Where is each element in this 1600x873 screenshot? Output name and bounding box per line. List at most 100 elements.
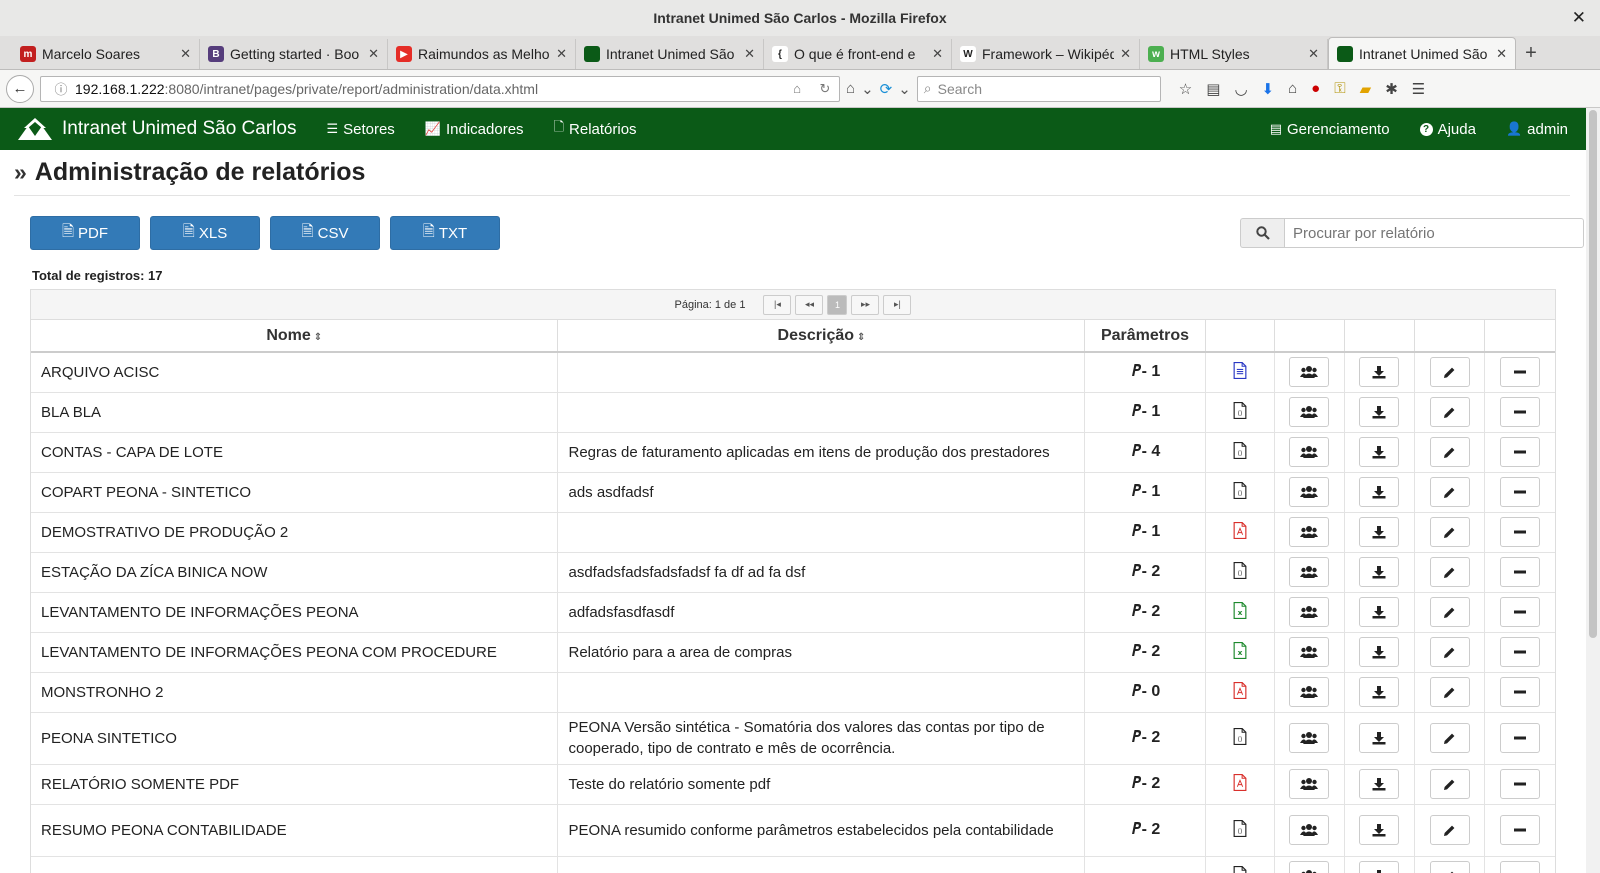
- edit-button[interactable]: [1429, 723, 1470, 753]
- remove-button[interactable]: [1500, 723, 1541, 753]
- browser-search-input[interactable]: ⌕ Search: [916, 75, 1161, 102]
- download-button[interactable]: [1359, 357, 1400, 388]
- reload-icon[interactable]: ↻: [811, 81, 839, 97]
- brand-link[interactable]: Intranet Unimed São Carlos: [16, 116, 296, 142]
- edit-button[interactable]: [1429, 769, 1470, 799]
- permissions-button[interactable]: [1289, 677, 1330, 707]
- browser-tab[interactable]: m Marcelo Soares ✕: [12, 39, 200, 69]
- edit-button[interactable]: [1429, 477, 1470, 507]
- permissions-button[interactable]: [1289, 723, 1330, 753]
- report-search-input[interactable]: [1284, 218, 1584, 248]
- export-pdf-button[interactable]: 🗎 PDF: [30, 216, 140, 250]
- next-page-button[interactable]: ▸▸: [851, 294, 880, 315]
- pocket-icon[interactable]: ◡: [1234, 80, 1247, 98]
- adblock-icon[interactable]: ●: [1311, 80, 1320, 98]
- browser-tab[interactable]: ▶ Raimundos as Melho ✕: [388, 39, 576, 69]
- page-scrollbar[interactable]: [1586, 108, 1600, 873]
- export-csv-button[interactable]: 🗎 CSV: [270, 216, 380, 250]
- addon-key-icon[interactable]: ⚿: [1334, 80, 1345, 98]
- download-button[interactable]: [1359, 477, 1400, 507]
- edit-button[interactable]: [1429, 597, 1470, 627]
- download-button[interactable]: [1359, 815, 1400, 845]
- chevron-down-icon[interactable]: ⌄: [861, 80, 874, 98]
- edit-button[interactable]: [1429, 557, 1470, 587]
- remove-button[interactable]: [1500, 815, 1541, 845]
- permissions-button[interactable]: [1289, 397, 1330, 427]
- browser-tab[interactable]: {O que é front-end e ✕: [764, 39, 952, 69]
- export-xls-button[interactable]: 🗎 XLS: [150, 216, 260, 250]
- remove-button[interactable]: [1500, 769, 1541, 799]
- tab-close-icon[interactable]: ✕: [180, 46, 191, 62]
- permissions-button[interactable]: [1289, 637, 1330, 667]
- permissions-button[interactable]: [1289, 769, 1330, 799]
- nav-setores[interactable]: ☰ Setores: [326, 118, 394, 140]
- remove-button[interactable]: [1500, 861, 1541, 873]
- tab-close-icon[interactable]: ✕: [368, 46, 379, 62]
- tab-close-icon[interactable]: ✕: [744, 46, 755, 62]
- download-button[interactable]: [1359, 397, 1400, 427]
- remove-button[interactable]: [1500, 677, 1541, 707]
- tab-close-icon[interactable]: ✕: [556, 46, 567, 62]
- browser-tab[interactable]: Intranet Unimed São ✕: [576, 39, 764, 69]
- edit-button[interactable]: [1429, 357, 1470, 388]
- edit-button[interactable]: [1429, 397, 1470, 427]
- edit-button[interactable]: [1429, 815, 1470, 845]
- remove-button[interactable]: [1500, 597, 1541, 627]
- tab-close-icon[interactable]: ✕: [1496, 46, 1507, 62]
- tab-close-icon[interactable]: ✕: [1120, 46, 1131, 62]
- column-header-name[interactable]: Nome ⇕: [31, 320, 559, 353]
- remove-button[interactable]: [1500, 357, 1541, 388]
- download-icon[interactable]: ⬇: [1262, 80, 1275, 98]
- home-bookmark-icon[interactable]: ⌂: [783, 81, 811, 96]
- new-tab-button[interactable]: +: [1516, 39, 1546, 69]
- download-button[interactable]: [1359, 517, 1400, 547]
- permissions-button[interactable]: [1289, 815, 1330, 845]
- remove-button[interactable]: [1500, 517, 1541, 547]
- edit-button[interactable]: [1429, 861, 1470, 873]
- download-button[interactable]: [1359, 637, 1400, 667]
- nav-indicadores[interactable]: 📈 Indicadores: [425, 118, 524, 140]
- permissions-button[interactable]: [1289, 437, 1330, 467]
- permissions-button[interactable]: [1289, 517, 1330, 547]
- permissions-button[interactable]: [1289, 861, 1330, 873]
- download-button[interactable]: [1359, 597, 1400, 627]
- permissions-button[interactable]: [1289, 597, 1330, 627]
- sync-icon[interactable]: ⟳: [880, 80, 893, 98]
- nav-relatórios[interactable]: 🗋 Relatórios: [554, 118, 637, 140]
- permissions-button[interactable]: [1289, 357, 1330, 388]
- nav-gerenciamento[interactable]: ▤ Gerenciamento: [1270, 121, 1390, 138]
- site-info-icon[interactable]: ⓘ: [47, 79, 75, 98]
- download-button[interactable]: [1359, 861, 1400, 873]
- permissions-button[interactable]: [1289, 477, 1330, 507]
- browser-tab[interactable]: w HTML Styles ✕: [1140, 39, 1328, 69]
- download-button[interactable]: [1359, 723, 1400, 753]
- remove-button[interactable]: [1500, 637, 1541, 667]
- first-page-button[interactable]: |◂: [763, 294, 792, 315]
- addon-bug-icon[interactable]: ✱: [1385, 80, 1398, 98]
- scrollbar-thumb[interactable]: [1589, 110, 1597, 638]
- permissions-button[interactable]: [1289, 557, 1330, 587]
- tab-close-icon[interactable]: ✕: [1308, 46, 1319, 62]
- home-icon[interactable]: ⌂: [1288, 80, 1297, 98]
- nav-ajuda[interactable]: ? Ajuda: [1419, 121, 1476, 138]
- download-button[interactable]: [1359, 557, 1400, 587]
- browser-tab[interactable]: Intranet Unimed São ✕: [1328, 37, 1516, 69]
- addon-home-icon[interactable]: ⌂: [846, 80, 855, 98]
- edit-button[interactable]: [1429, 517, 1470, 547]
- download-button[interactable]: [1359, 677, 1400, 707]
- last-page-button[interactable]: ▸|: [883, 294, 912, 315]
- browser-tab[interactable]: W Framework – Wikipéd ✕: [952, 39, 1140, 69]
- chevron-down-icon[interactable]: ⌄: [898, 80, 911, 98]
- current-page-button[interactable]: 1: [827, 294, 848, 315]
- remove-button[interactable]: [1500, 557, 1541, 587]
- browser-tab[interactable]: B Getting started · Boo ✕: [200, 39, 388, 69]
- edit-button[interactable]: [1429, 637, 1470, 667]
- addon-folder-icon[interactable]: ▰: [1360, 80, 1372, 98]
- remove-button[interactable]: [1500, 477, 1541, 507]
- edit-button[interactable]: [1429, 677, 1470, 707]
- export-txt-button[interactable]: 🗎 TXT: [390, 216, 500, 250]
- remove-button[interactable]: [1500, 397, 1541, 427]
- menu-icon[interactable]: ☰: [1412, 80, 1425, 98]
- nav-admin[interactable]: 👤 admin: [1506, 121, 1568, 138]
- bookmark-star-icon[interactable]: ☆: [1179, 80, 1192, 98]
